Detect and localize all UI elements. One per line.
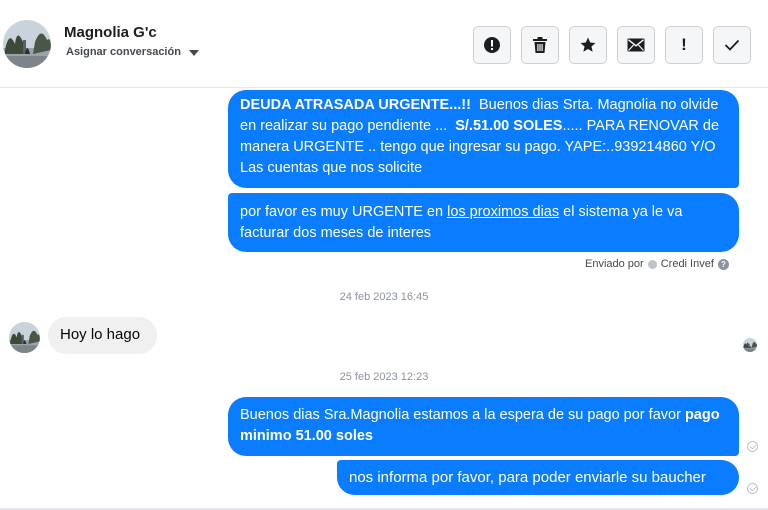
- timestamp-divider: 24 feb 2023 16:45: [339, 291, 429, 303]
- sender-name[interactable]: Credi Invef: [661, 258, 714, 270]
- message-link[interactable]: los proximos dias: [447, 204, 559, 220]
- sender-avatar-icon: [647, 259, 657, 269]
- exclamation-icon: !: [681, 35, 687, 54]
- star-icon: [580, 37, 596, 52]
- delete-button[interactable]: [521, 26, 559, 64]
- follow-up-button[interactable]: !: [665, 26, 703, 64]
- sent-by-info: Enviado por Credi Invef ?: [585, 258, 729, 270]
- mark-done-button[interactable]: [713, 26, 751, 64]
- contact-name[interactable]: Magnolia G'c: [64, 24, 157, 41]
- caret-down-icon: [188, 50, 199, 56]
- contact-avatar[interactable]: [3, 20, 51, 68]
- help-icon[interactable]: ?: [717, 258, 729, 270]
- outgoing-message[interactable]: DEUDA ATRASADA URGENTE...!! Buenos dias …: [228, 90, 739, 188]
- envelope-icon: [627, 38, 645, 52]
- message-bold-text: DEUDA ATRASADA URGENTE...!!: [240, 97, 471, 113]
- trash-icon: [533, 37, 547, 53]
- sent-check-icon: [747, 483, 758, 494]
- mark-unread-button[interactable]: [617, 26, 655, 64]
- checkmark-icon: [724, 39, 740, 51]
- outgoing-message[interactable]: nos informa por favor, para poder enviar…: [337, 460, 739, 495]
- message-text: Buenos dias Sra.Magnolia estamos a la es…: [240, 407, 685, 423]
- conversation-actions: !: [473, 26, 751, 64]
- incoming-message[interactable]: Hoy lo hago: [48, 317, 157, 354]
- assign-conversation-label: Asignar conversación: [66, 46, 181, 58]
- seen-avatar-icon: [743, 338, 757, 352]
- alert-circle-icon: [484, 37, 500, 53]
- outgoing-message[interactable]: por favor es muy URGENTE en los proximos…: [228, 193, 739, 252]
- timestamp-divider: 25 feb 2023 12:23: [339, 371, 429, 383]
- message-bold-text: S/.51.00 SOLES: [455, 118, 563, 134]
- contact-avatar-small[interactable]: [9, 322, 40, 353]
- outgoing-message[interactable]: Buenos dias Sra.Magnolia estamos a la es…: [228, 397, 739, 456]
- mark-spam-button[interactable]: [473, 26, 511, 64]
- conversation-header: Magnolia G'c Asignar conversación !: [0, 0, 768, 88]
- sent-by-label: Enviado por: [585, 258, 644, 270]
- assign-conversation-dropdown[interactable]: Asignar conversación: [66, 46, 199, 58]
- message-text: por favor es muy URGENTE en: [240, 204, 448, 220]
- star-button[interactable]: [569, 26, 607, 64]
- sent-check-icon: [747, 441, 758, 452]
